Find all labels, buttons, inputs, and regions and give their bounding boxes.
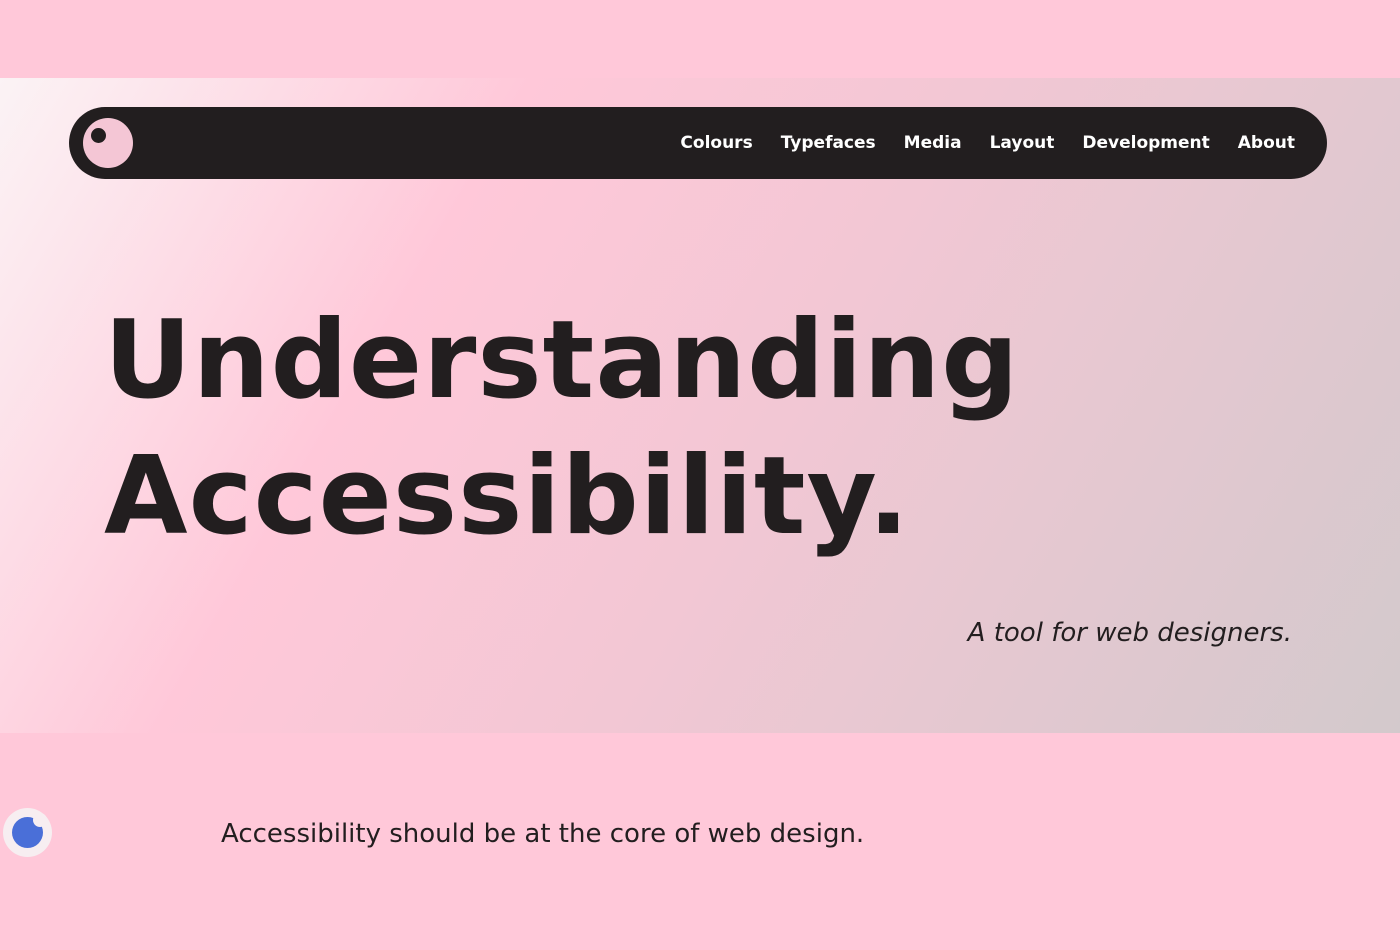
title-line-1: Understanding xyxy=(104,298,1020,423)
cookie-settings-button[interactable] xyxy=(3,808,52,857)
tagline: A tool for web designers. xyxy=(967,618,1292,648)
nav-links: Colours Typefaces Media Layout Developme… xyxy=(680,107,1295,179)
nav-about[interactable]: About xyxy=(1238,133,1295,153)
nav-typefaces[interactable]: Typefaces xyxy=(781,133,876,153)
hero: Colours Typefaces Media Layout Developme… xyxy=(0,78,1400,733)
nav-layout[interactable]: Layout xyxy=(990,133,1055,153)
nav-media[interactable]: Media xyxy=(904,133,962,153)
cookie-icon xyxy=(12,813,47,848)
intro-text: Accessibility should be at the core of w… xyxy=(221,819,865,849)
nav-colours[interactable]: Colours xyxy=(680,133,752,153)
navbar: Colours Typefaces Media Layout Developme… xyxy=(69,107,1327,179)
eye-logo-icon[interactable] xyxy=(83,118,133,168)
nav-development[interactable]: Development xyxy=(1082,133,1209,153)
page-title: Understanding Accessibility. xyxy=(104,293,1020,565)
title-line-2: Accessibility. xyxy=(104,434,910,559)
